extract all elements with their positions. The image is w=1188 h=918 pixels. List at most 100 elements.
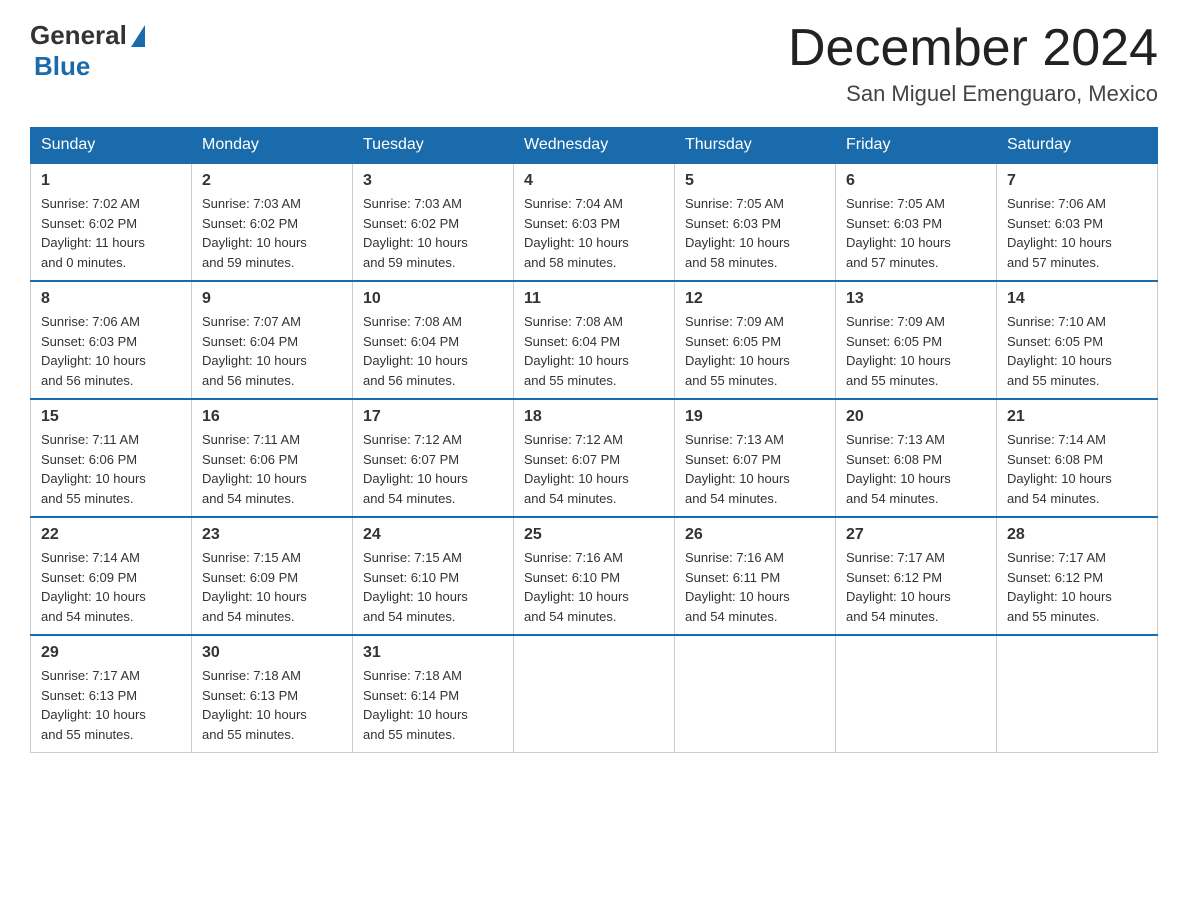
day-number: 23 <box>202 526 342 544</box>
calendar-cell: 1 Sunrise: 7:02 AMSunset: 6:02 PMDaylight… <box>31 163 192 281</box>
main-title: December 2024 <box>788 20 1158 77</box>
day-info: Sunrise: 7:16 AMSunset: 6:11 PMDaylight:… <box>685 548 825 626</box>
day-number: 18 <box>524 408 664 426</box>
col-header-monday: Monday <box>192 128 353 164</box>
col-header-saturday: Saturday <box>997 128 1158 164</box>
day-info: Sunrise: 7:16 AMSunset: 6:10 PMDaylight:… <box>524 548 664 626</box>
day-info: Sunrise: 7:02 AMSunset: 6:02 PMDaylight:… <box>41 194 181 272</box>
day-info: Sunrise: 7:06 AMSunset: 6:03 PMDaylight:… <box>41 312 181 390</box>
calendar-cell <box>997 635 1158 753</box>
calendar-cell: 26Sunrise: 7:16 AMSunset: 6:11 PMDayligh… <box>675 517 836 635</box>
calendar-cell: 25 Sunrise: 7:16 AMSunset: 6:10 PMDayligh… <box>514 517 675 635</box>
day-info: Sunrise: 7:09 AMSunset: 6:05 PMDaylight:… <box>685 312 825 390</box>
col-header-friday: Friday <box>836 128 997 164</box>
day-number: 8 <box>41 290 181 308</box>
calendar-cell: 6 Sunrise: 7:05 AMSunset: 6:03 PMDaylight… <box>836 163 997 281</box>
day-info: Sunrise: 7:04 AMSunset: 6:03 PMDaylight:… <box>524 194 664 272</box>
day-number: 5 <box>685 172 825 190</box>
calendar-cell: 24 Sunrise: 7:15 AMSunset: 6:10 PMDayligh… <box>353 517 514 635</box>
calendar-cell: 10Sunrise: 7:08 AMSunset: 6:04 PMDayligh… <box>353 281 514 399</box>
logo-general-text: General <box>30 20 127 51</box>
day-info: Sunrise: 7:15 AMSunset: 6:10 PMDaylight:… <box>363 548 503 626</box>
calendar-cell: 17 Sunrise: 7:12 AMSunset: 6:07 PMDayligh… <box>353 399 514 517</box>
day-number: 22 <box>41 526 181 544</box>
day-info: Sunrise: 7:12 AMSunset: 6:07 PMDaylight:… <box>524 430 664 508</box>
subtitle: San Miguel Emenguaro, Mexico <box>788 81 1158 107</box>
day-info: Sunrise: 7:03 AMSunset: 6:02 PMDaylight:… <box>202 194 342 272</box>
day-info: Sunrise: 7:11 AMSunset: 6:06 PMDaylight:… <box>202 430 342 508</box>
col-header-tuesday: Tuesday <box>353 128 514 164</box>
day-info: Sunrise: 7:13 AMSunset: 6:08 PMDaylight:… <box>846 430 986 508</box>
day-info: Sunrise: 7:06 AMSunset: 6:03 PMDaylight:… <box>1007 194 1147 272</box>
day-number: 15 <box>41 408 181 426</box>
day-number: 24 <box>363 526 503 544</box>
calendar-cell: 11 Sunrise: 7:08 AMSunset: 6:04 PMDayligh… <box>514 281 675 399</box>
day-number: 17 <box>363 408 503 426</box>
day-number: 1 <box>41 172 181 190</box>
day-info: Sunrise: 7:05 AMSunset: 6:03 PMDaylight:… <box>846 194 986 272</box>
calendar-cell <box>514 635 675 753</box>
day-info: Sunrise: 7:09 AMSunset: 6:05 PMDaylight:… <box>846 312 986 390</box>
day-number: 2 <box>202 172 342 190</box>
day-info: Sunrise: 7:05 AMSunset: 6:03 PMDaylight:… <box>685 194 825 272</box>
calendar-cell: 23Sunrise: 7:15 AMSunset: 6:09 PMDayligh… <box>192 517 353 635</box>
calendar-cell: 21 Sunrise: 7:14 AMSunset: 6:08 PMDayligh… <box>997 399 1158 517</box>
calendar-header-row: SundayMondayTuesdayWednesdayThursdayFrid… <box>31 128 1158 164</box>
calendar-table: SundayMondayTuesdayWednesdayThursdayFrid… <box>30 127 1158 753</box>
day-number: 19 <box>685 408 825 426</box>
day-info: Sunrise: 7:11 AMSunset: 6:06 PMDaylight:… <box>41 430 181 508</box>
day-number: 11 <box>524 290 664 308</box>
col-header-sunday: Sunday <box>31 128 192 164</box>
day-info: Sunrise: 7:18 AMSunset: 6:13 PMDaylight:… <box>202 666 342 744</box>
col-header-wednesday: Wednesday <box>514 128 675 164</box>
calendar-cell: 27Sunrise: 7:17 AMSunset: 6:12 PMDayligh… <box>836 517 997 635</box>
day-number: 31 <box>363 644 503 662</box>
calendar-cell <box>836 635 997 753</box>
day-number: 16 <box>202 408 342 426</box>
week-row-1: 1 Sunrise: 7:02 AMSunset: 6:02 PMDaylight… <box>31 163 1158 281</box>
calendar-cell: 18 Sunrise: 7:12 AMSunset: 6:07 PMDayligh… <box>514 399 675 517</box>
calendar-cell: 2 Sunrise: 7:03 AMSunset: 6:02 PMDaylight… <box>192 163 353 281</box>
day-info: Sunrise: 7:14 AMSunset: 6:09 PMDaylight:… <box>41 548 181 626</box>
calendar-cell: 5 Sunrise: 7:05 AMSunset: 6:03 PMDaylight… <box>675 163 836 281</box>
day-info: Sunrise: 7:03 AMSunset: 6:02 PMDaylight:… <box>363 194 503 272</box>
day-number: 30 <box>202 644 342 662</box>
day-info: Sunrise: 7:10 AMSunset: 6:05 PMDaylight:… <box>1007 312 1147 390</box>
day-info: Sunrise: 7:17 AMSunset: 6:12 PMDaylight:… <box>1007 548 1147 626</box>
calendar-cell: 22 Sunrise: 7:14 AMSunset: 6:09 PMDayligh… <box>31 517 192 635</box>
day-info: Sunrise: 7:08 AMSunset: 6:04 PMDaylight:… <box>524 312 664 390</box>
calendar-cell: 16 Sunrise: 7:11 AMSunset: 6:06 PMDayligh… <box>192 399 353 517</box>
calendar-cell: 30 Sunrise: 7:18 AMSunset: 6:13 PMDayligh… <box>192 635 353 753</box>
week-row-3: 15 Sunrise: 7:11 AMSunset: 6:06 PMDayligh… <box>31 399 1158 517</box>
day-number: 12 <box>685 290 825 308</box>
week-row-5: 29Sunrise: 7:17 AMSunset: 6:13 PMDayligh… <box>31 635 1158 753</box>
day-info: Sunrise: 7:18 AMSunset: 6:14 PMDaylight:… <box>363 666 503 744</box>
day-number: 3 <box>363 172 503 190</box>
calendar-cell: 29Sunrise: 7:17 AMSunset: 6:13 PMDayligh… <box>31 635 192 753</box>
calendar-cell: 12 Sunrise: 7:09 AMSunset: 6:05 PMDayligh… <box>675 281 836 399</box>
day-number: 21 <box>1007 408 1147 426</box>
day-info: Sunrise: 7:08 AMSunset: 6:04 PMDaylight:… <box>363 312 503 390</box>
calendar-cell: 15 Sunrise: 7:11 AMSunset: 6:06 PMDayligh… <box>31 399 192 517</box>
day-number: 14 <box>1007 290 1147 308</box>
title-area: December 2024 San Miguel Emenguaro, Mexi… <box>788 20 1158 107</box>
calendar-cell: 31 Sunrise: 7:18 AMSunset: 6:14 PMDayligh… <box>353 635 514 753</box>
day-info: Sunrise: 7:07 AMSunset: 6:04 PMDaylight:… <box>202 312 342 390</box>
calendar-cell: 13Sunrise: 7:09 AMSunset: 6:05 PMDayligh… <box>836 281 997 399</box>
day-number: 25 <box>524 526 664 544</box>
logo-triangle-icon <box>131 25 145 47</box>
day-number: 20 <box>846 408 986 426</box>
calendar-cell: 3 Sunrise: 7:03 AMSunset: 6:02 PMDaylight… <box>353 163 514 281</box>
logo: General Blue <box>30 20 145 82</box>
col-header-thursday: Thursday <box>675 128 836 164</box>
day-number: 4 <box>524 172 664 190</box>
calendar-cell: 9Sunrise: 7:07 AMSunset: 6:04 PMDaylight… <box>192 281 353 399</box>
day-info: Sunrise: 7:14 AMSunset: 6:08 PMDaylight:… <box>1007 430 1147 508</box>
calendar-cell: 28 Sunrise: 7:17 AMSunset: 6:12 PMDayligh… <box>997 517 1158 635</box>
week-row-2: 8 Sunrise: 7:06 AMSunset: 6:03 PMDaylight… <box>31 281 1158 399</box>
logo-blue-text: Blue <box>34 51 145 82</box>
day-number: 6 <box>846 172 986 190</box>
day-number: 28 <box>1007 526 1147 544</box>
day-info: Sunrise: 7:17 AMSunset: 6:12 PMDaylight:… <box>846 548 986 626</box>
day-info: Sunrise: 7:12 AMSunset: 6:07 PMDaylight:… <box>363 430 503 508</box>
